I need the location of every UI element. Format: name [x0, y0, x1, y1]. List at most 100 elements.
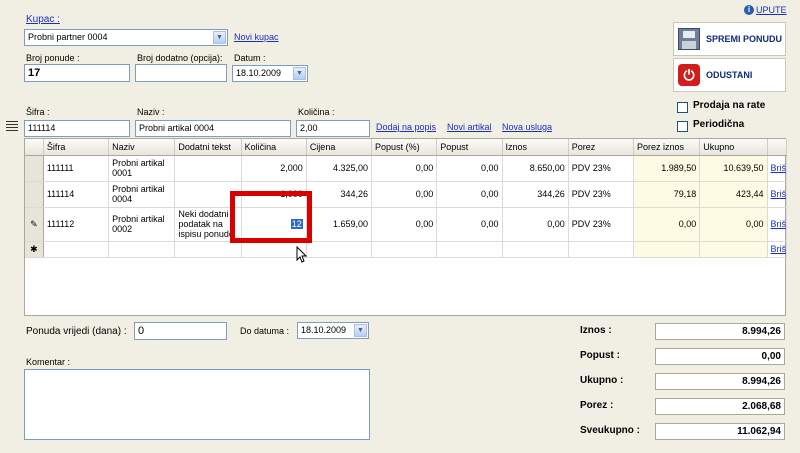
ukupno-total-value: 8.994,26	[655, 373, 785, 390]
col-header[interactable]	[767, 139, 788, 156]
cell-action: Briši	[767, 207, 788, 242]
new-row[interactable]: ✱ Briši	[25, 241, 788, 258]
col-header[interactable]: Cijena	[306, 139, 373, 156]
sifra-input[interactable]: 111114	[24, 120, 130, 137]
sifra-label: Šifra :	[26, 107, 50, 117]
new-row-selector[interactable]: ✱	[25, 241, 44, 258]
broj-ponude-input[interactable]: 17	[24, 64, 130, 82]
cell-popust-pct[interactable]: 0,00	[371, 207, 438, 242]
chevron-down-icon[interactable]: ▼	[293, 67, 306, 80]
delete-link[interactable]: Briši	[771, 189, 786, 199]
ponuda-vrijedi-input[interactable]: 0	[134, 322, 227, 340]
delete-link[interactable]: Briši	[771, 244, 786, 254]
popust-total-value: 0,00	[655, 348, 785, 365]
periodicna-checkbox[interactable]	[677, 121, 688, 132]
cell-action: Briši	[767, 181, 788, 208]
row-selector[interactable]	[25, 181, 44, 208]
cell-popust-pct[interactable]: 0,00	[371, 181, 438, 208]
col-header[interactable]: Količina	[241, 139, 307, 156]
broj-ponude-label: Broj ponude :	[26, 53, 80, 63]
list-icon	[6, 121, 18, 131]
col-header[interactable]: Porez	[568, 139, 635, 156]
chevron-down-icon[interactable]: ▼	[354, 324, 367, 337]
sveukupno-total-label: Sveukupno :	[580, 425, 641, 436]
kolicina-label: Količina :	[298, 107, 335, 117]
broj-dodatno-input[interactable]	[135, 64, 227, 82]
odustani-button[interactable]: ⏻ ODUSTANI	[673, 58, 786, 92]
col-header[interactable]: Ukupno	[699, 139, 768, 156]
periodicna-label: Periodična	[693, 119, 745, 130]
cell-naziv[interactable]: Probni artikal 0001	[108, 155, 176, 182]
table-row[interactable]: 111111 Probni artikal 0001 2,000 4.325,0…	[25, 155, 788, 182]
cell-ukupno[interactable]: 0,00	[699, 207, 768, 242]
naziv-input[interactable]: Probni artikal 0004	[135, 120, 291, 137]
asterisk-icon: ✱	[30, 243, 38, 254]
cell-naziv[interactable]: Probni artikal 0002	[108, 207, 176, 242]
spremi-ponudu-label: SPREMI PONUDU	[706, 34, 783, 44]
datum-select[interactable]: 18.10.2009 ▼	[232, 65, 308, 82]
cell-ukupno[interactable]: 423,44	[699, 181, 768, 208]
table-row[interactable]: 111114 Probni artikal 0004 1,000 344,26 …	[25, 181, 788, 208]
col-header[interactable]: Dodatni tekst	[174, 139, 242, 156]
cell-porez[interactable]: PDV 23%	[568, 207, 635, 242]
cell-popust[interactable]: 0,00	[436, 155, 503, 182]
iznos-total-label: Iznos :	[580, 325, 612, 336]
col-header[interactable]: Porez iznos	[633, 139, 701, 156]
cell-ukupno[interactable]: 10.639,50	[699, 155, 768, 182]
novi-kupac-link[interactable]: Novi kupac	[234, 32, 279, 42]
cell-dodatni[interactable]	[174, 155, 242, 182]
delete-link[interactable]: Briši	[771, 219, 786, 229]
cell-action: Briši	[767, 241, 788, 258]
items-grid[interactable]: Šifra Naziv Dodatni tekst Količina Cijen…	[24, 138, 788, 316]
upute-link-wrap[interactable]: i UPUTE	[744, 5, 787, 15]
spremi-ponudu-button[interactable]: SPREMI PONUDU	[673, 22, 786, 56]
mouse-cursor-icon	[296, 246, 308, 263]
col-header[interactable]: Iznos	[502, 139, 569, 156]
komentar-textarea[interactable]	[24, 369, 370, 440]
col-header[interactable]: Naziv	[108, 139, 176, 156]
cell-porez[interactable]: PDV 23%	[568, 155, 635, 182]
col-header[interactable]: Popust	[436, 139, 503, 156]
cell-sifra[interactable]: 111111	[43, 155, 110, 182]
table-row[interactable]: ✎ 111112 Probni artikal 0002 Neki dodatn…	[25, 207, 788, 242]
cell-popust-pct[interactable]: 0,00	[371, 155, 438, 182]
cell-porez-iznos[interactable]: 0,00	[633, 207, 701, 242]
kupac-link[interactable]: Kupac :	[26, 14, 60, 25]
do-datuma-value: 18.10.2009	[301, 325, 347, 335]
delete-link[interactable]: Briši	[771, 163, 786, 173]
col-header[interactable]: Šifra	[43, 139, 110, 156]
kupac-value: Probni partner 0004	[28, 32, 108, 42]
cell-cijena[interactable]: 4.325,00	[306, 155, 373, 182]
cell-iznos[interactable]: 344,26	[502, 181, 569, 208]
cell-cijena[interactable]: 1.659,00	[306, 207, 373, 242]
row-selector[interactable]	[25, 155, 44, 182]
dodaj-na-popis-link[interactable]: Dodaj na popis	[376, 122, 436, 132]
cell-sifra[interactable]: 111114	[43, 181, 110, 208]
col-header[interactable]: Popust (%)	[371, 139, 438, 156]
cell-popust[interactable]: 0,00	[436, 207, 503, 242]
porez-total-value: 2.068,68	[655, 398, 785, 415]
cell-kolicina[interactable]: 2,000	[241, 155, 307, 182]
porez-total-label: Porez :	[580, 400, 614, 411]
prodaja-na-rate-checkbox[interactable]	[677, 102, 688, 113]
cell-porez-iznos[interactable]: 79,18	[633, 181, 701, 208]
kupac-select[interactable]: Probni partner 0004 ▼	[24, 29, 228, 46]
cell-naziv[interactable]: Probni artikal 0004	[108, 181, 176, 208]
upute-link[interactable]: UPUTE	[756, 5, 787, 15]
nova-usluga-link[interactable]: Nova usluga	[502, 122, 552, 132]
cell-iznos[interactable]: 0,00	[502, 207, 569, 242]
cell-sifra[interactable]: 111112	[43, 207, 110, 242]
cell-iznos[interactable]: 8.650,00	[502, 155, 569, 182]
cell-cijena[interactable]: 344,26	[306, 181, 373, 208]
cell-porez[interactable]: PDV 23%	[568, 181, 635, 208]
novi-artikal-link[interactable]: Novi artikal	[447, 122, 492, 132]
do-datuma-select[interactable]: 18.10.2009 ▼	[297, 322, 369, 339]
pencil-icon: ✎	[30, 218, 38, 229]
kolicina-input[interactable]: 2,00	[296, 120, 370, 137]
cell-popust[interactable]: 0,00	[436, 181, 503, 208]
cell-porez-iznos[interactable]: 1.989,50	[633, 155, 701, 182]
row-selector[interactable]: ✎	[25, 207, 44, 242]
chevron-down-icon[interactable]: ▼	[213, 31, 226, 44]
grid-header-row: Šifra Naziv Dodatni tekst Količina Cijen…	[25, 139, 788, 156]
power-icon: ⏻	[678, 64, 700, 86]
